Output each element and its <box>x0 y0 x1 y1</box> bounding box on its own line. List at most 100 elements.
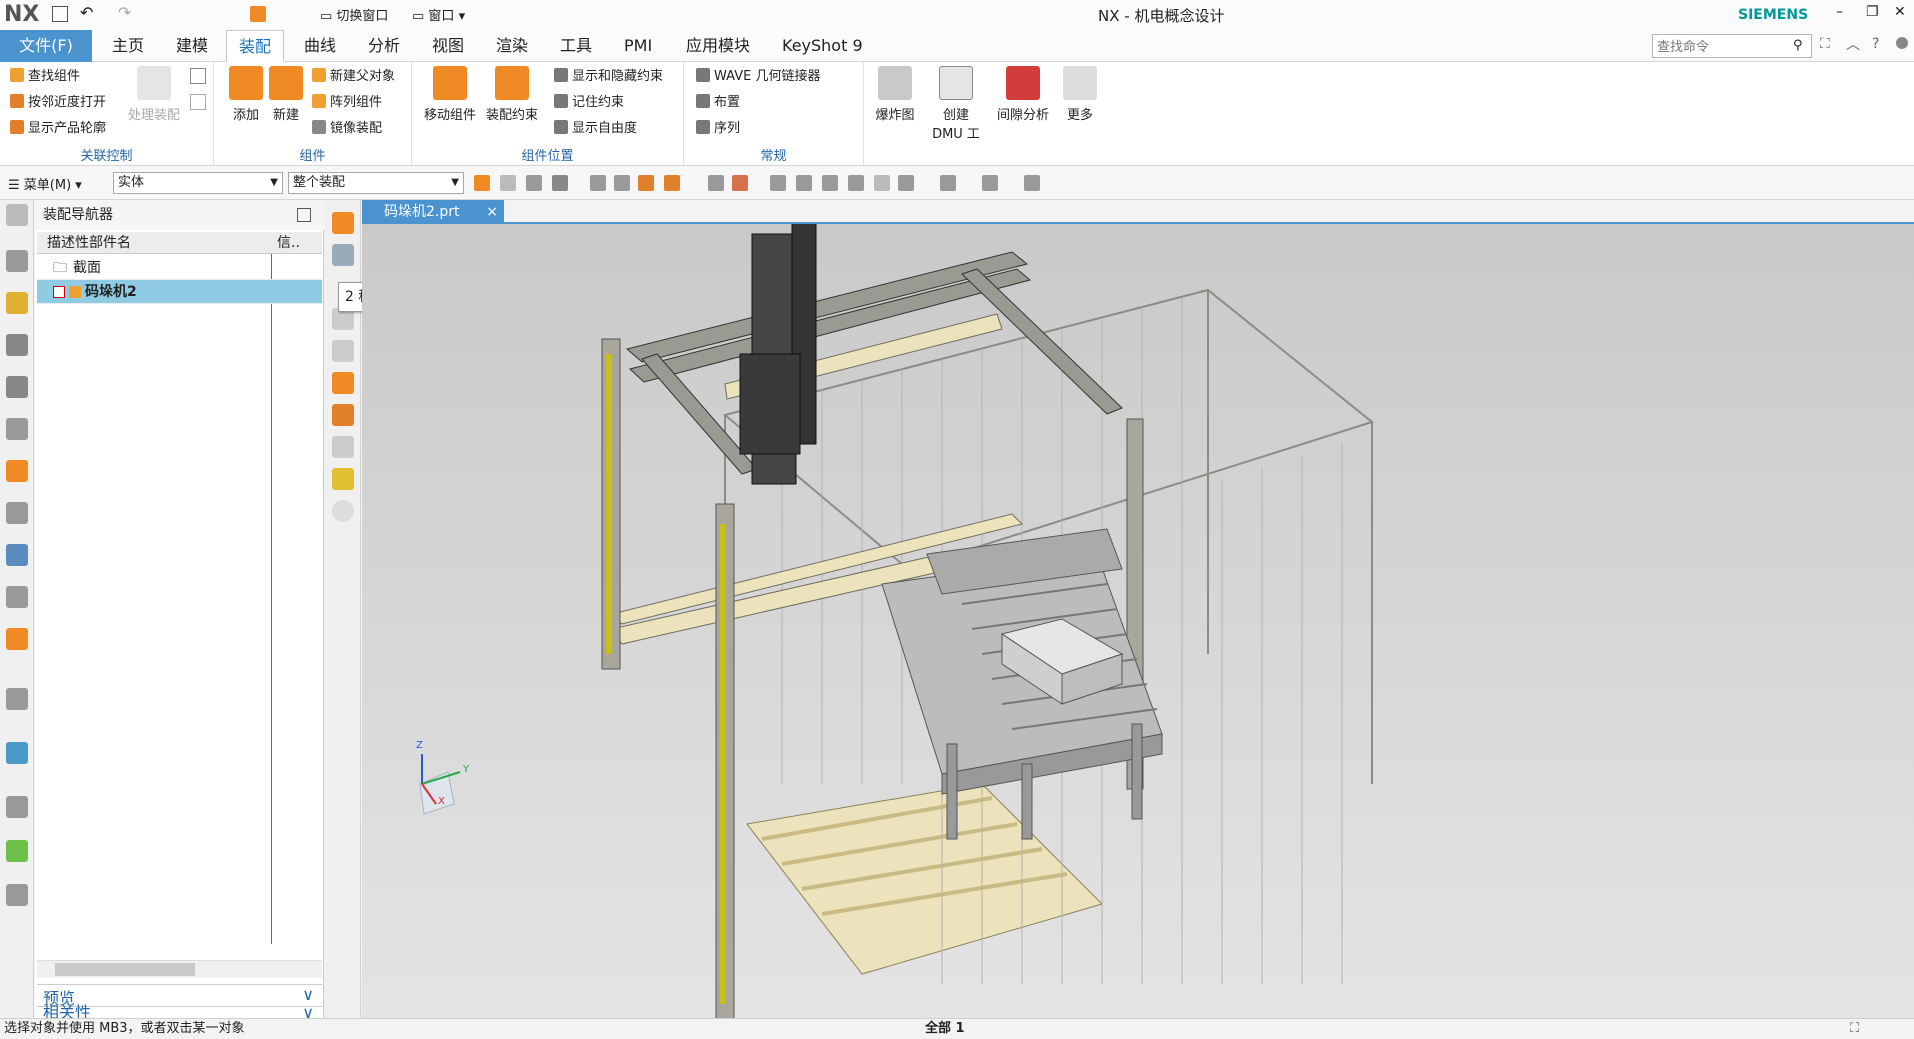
render-icon-c[interactable] <box>1024 175 1040 191</box>
palette-icon[interactable] <box>6 840 28 862</box>
arrangement-button[interactable]: 布置 <box>696 92 740 114</box>
options-dot-icon[interactable] <box>1896 37 1908 49</box>
graphics-window[interactable]: Z Y X <box>362 224 1914 1018</box>
tab-curve[interactable]: 曲线 <box>292 30 348 62</box>
system-materials-icon[interactable] <box>6 502 28 524</box>
roles-icon[interactable] <box>6 628 28 650</box>
add-component-qat-icon[interactable] <box>250 6 266 22</box>
assembly-constraint-button[interactable]: 装配约束 <box>484 66 540 123</box>
history-icon[interactable] <box>6 460 28 482</box>
snapshot-icon[interactable] <box>6 884 28 906</box>
collapse-ribbon-icon[interactable]: ︿ <box>1846 34 1860 54</box>
constraint-navigator-icon[interactable] <box>6 292 28 314</box>
render-icon-a[interactable] <box>940 175 956 191</box>
open-by-proximity-button[interactable]: 按邻近度打开 <box>10 92 106 114</box>
array-component-button[interactable]: 阵列组件 <box>312 92 382 114</box>
show-dof-button[interactable]: 显示自由度 <box>554 118 637 140</box>
tab-modeling[interactable]: 建模 <box>164 30 220 62</box>
sequence-button[interactable]: 序列 <box>696 118 740 140</box>
find-component-button[interactable]: 查找组件 <box>10 66 80 88</box>
snap-icon-c[interactable] <box>638 175 654 191</box>
new-parent-button[interactable]: 新建父对象 <box>312 66 395 88</box>
more-button[interactable]: 更多 <box>1060 66 1100 123</box>
remember-constraint-button[interactable]: 记住约束 <box>554 92 624 114</box>
close-icon[interactable]: × <box>486 200 498 224</box>
selection-scope-select[interactable]: 整个装配 ▼ <box>288 172 464 194</box>
paste-icon[interactable] <box>190 94 206 110</box>
tab-pmi[interactable]: PMI <box>612 30 664 62</box>
internet-icon[interactable] <box>6 742 28 764</box>
move-component-icon[interactable] <box>332 244 354 266</box>
stop-icon[interactable] <box>332 500 354 522</box>
minimize-button[interactable]: – <box>1836 4 1843 20</box>
view-icon-d[interactable] <box>796 175 812 191</box>
info-icon[interactable] <box>6 688 28 710</box>
tab-tools[interactable]: 工具 <box>548 30 604 62</box>
filter-icon-c[interactable] <box>552 175 568 191</box>
search-icon[interactable]: ⚲ <box>1793 38 1803 53</box>
close-button[interactable]: ✕ <box>1894 4 1906 20</box>
move-icon[interactable] <box>332 404 354 426</box>
angle-icon[interactable] <box>332 436 354 458</box>
undo-icon[interactable]: ↶ <box>80 3 93 22</box>
tab-keyshot[interactable]: KeyShot 9 <box>770 30 875 62</box>
process-assembly-button[interactable]: 处理装配 <box>124 66 184 123</box>
constraint-icon[interactable] <box>332 372 354 394</box>
exploded-view-button[interactable]: 爆炸图 <box>870 66 920 123</box>
add-button[interactable]: 添加 <box>228 66 264 123</box>
filter-icon-a[interactable] <box>500 175 516 191</box>
clock-icon[interactable] <box>6 796 28 818</box>
snap-icon-b[interactable] <box>614 175 630 191</box>
manufacturing-wizard-icon[interactable] <box>6 586 28 608</box>
column-part-name[interactable]: 描述性部件名 <box>47 232 131 254</box>
redo-icon[interactable]: ↷ <box>118 3 131 22</box>
help-icon[interactable]: ? <box>1872 36 1879 52</box>
process-studio-icon[interactable] <box>6 544 28 566</box>
tree-row-section[interactable]: 🗀 截面 <box>37 256 322 280</box>
view-icon-e[interactable] <box>822 175 838 191</box>
view-icon-h[interactable] <box>898 175 914 191</box>
view-icon-f[interactable] <box>848 175 864 191</box>
type-filter-select[interactable]: 实体 ▼ <box>113 172 283 194</box>
clearance-analysis-button[interactable]: 间隙分析 <box>992 66 1054 123</box>
save-icon[interactable] <box>52 6 68 22</box>
assembly-navigator-icon[interactable] <box>6 250 28 272</box>
tab-analysis[interactable]: 分析 <box>356 30 412 62</box>
window-menu-button[interactable]: ▭ 窗口 ▾ <box>412 5 465 24</box>
tab-view[interactable]: 视图 <box>420 30 476 62</box>
show-hide-constraint-button[interactable]: 显示和隐藏约束 <box>554 66 663 88</box>
checkbox-checked-icon[interactable] <box>53 286 65 298</box>
scroll-thumb[interactable] <box>55 963 195 976</box>
section-dependencies[interactable]: 相关性 ∨ <box>37 1005 322 1021</box>
tree-row-assembly[interactable]: 码垛机2 <box>37 280 322 304</box>
menu-button[interactable]: ☰ 菜单(M) ▾ <box>8 174 82 193</box>
move-component-button[interactable]: 移动组件 <box>422 66 478 123</box>
horizontal-scrollbar[interactable] <box>37 960 322 978</box>
reuse-library-icon[interactable] <box>6 376 28 398</box>
copy-icon[interactable] <box>190 68 206 84</box>
settings-icon[interactable] <box>6 204 28 226</box>
render-icon-b[interactable] <box>982 175 998 191</box>
tab-render[interactable]: 渲染 <box>484 30 540 62</box>
show-product-outline-button[interactable]: 显示产品轮廓 <box>10 118 106 140</box>
tab-assembly[interactable]: 装配 <box>226 30 285 62</box>
view-icon-a[interactable] <box>708 175 724 191</box>
snap-icon-a[interactable] <box>590 175 606 191</box>
fullscreen-icon[interactable]: ⛶ <box>1820 36 1830 52</box>
part-navigator-icon[interactable] <box>6 334 28 356</box>
tab-home[interactable]: 主页 <box>100 30 156 62</box>
new-button[interactable]: 新建 <box>268 66 304 123</box>
view-icon-c[interactable] <box>770 175 786 191</box>
column-info[interactable]: 信.. <box>277 232 300 254</box>
tab-applications[interactable]: 应用模块 <box>674 30 762 62</box>
fullscreen-status-icon[interactable]: ⛶ <box>1850 1019 1859 1039</box>
mirror-assembly-button[interactable]: 镜像装配 <box>312 118 382 140</box>
view-icon-g[interactable] <box>874 175 890 191</box>
web-browser-icon[interactable] <box>6 418 28 440</box>
create-dmu-button[interactable]: 创建 DMU 工 <box>926 66 986 142</box>
snap-icon-d[interactable] <box>664 175 680 191</box>
wave-linker-button[interactable]: WAVE 几何链接器 <box>696 66 820 88</box>
search-input[interactable] <box>1652 34 1812 58</box>
select-component-icon[interactable] <box>474 175 490 191</box>
star-icon[interactable] <box>332 468 354 490</box>
